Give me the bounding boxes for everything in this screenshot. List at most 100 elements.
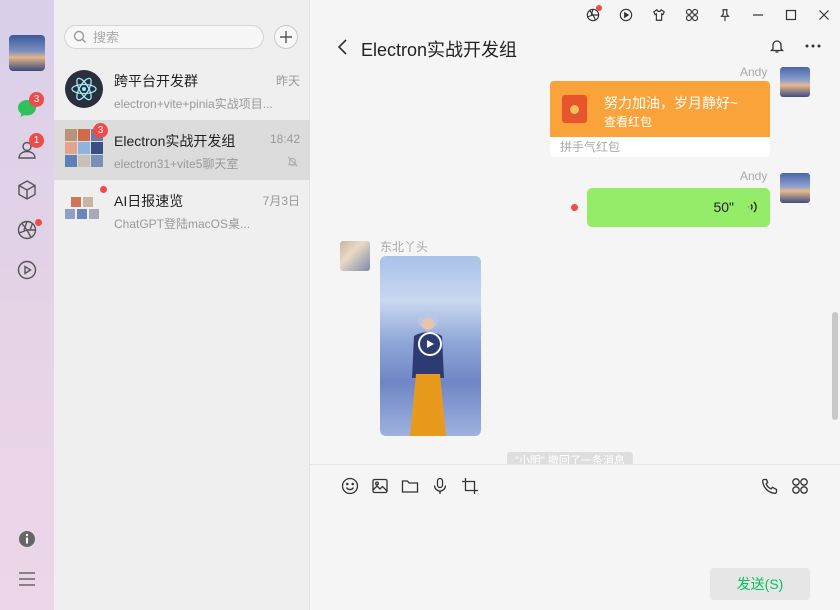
more-icon bbox=[805, 44, 821, 48]
voice-button[interactable] bbox=[429, 475, 451, 497]
image-button[interactable] bbox=[369, 475, 391, 497]
conversation-item[interactable]: AI日报速览 7月3日 ChatGPT登陆macOS桌... bbox=[54, 180, 310, 240]
chat-nav-button[interactable]: 3 bbox=[15, 92, 44, 121]
sender-avatar[interactable] bbox=[340, 241, 370, 271]
conversation-title: 跨平台开发群 bbox=[114, 73, 198, 89]
red-envelope-icon bbox=[562, 95, 587, 123]
conversation-preview: electron31+vite5聊天室 bbox=[114, 157, 239, 171]
conversation-time: 7月3日 bbox=[262, 194, 300, 208]
close-button[interactable] bbox=[807, 0, 840, 30]
message-list: Andy 努力加油，岁月静好~ 查看红包 拼手气红包 Andy 50" 东北丫头 bbox=[310, 64, 840, 464]
apps-window-button[interactable] bbox=[675, 0, 708, 30]
menu-icon bbox=[19, 572, 35, 586]
minimize-button[interactable] bbox=[741, 0, 774, 30]
emoji-button[interactable] bbox=[339, 475, 361, 497]
plus-icon bbox=[280, 31, 292, 43]
screenshot-button[interactable] bbox=[459, 475, 481, 497]
sender-avatar[interactable] bbox=[780, 173, 810, 203]
notification-button[interactable] bbox=[769, 38, 785, 57]
nav-rail: 3 1 bbox=[0, 0, 54, 610]
menu-button[interactable] bbox=[15, 567, 39, 591]
cube-icon bbox=[18, 180, 36, 200]
conversation-item-active[interactable]: 3 Electron实战开发组 18:42 electron31+vite5聊天… bbox=[54, 120, 310, 180]
video-play-button[interactable] bbox=[418, 332, 442, 356]
video-window-button[interactable] bbox=[609, 0, 642, 30]
input-toolbar bbox=[310, 464, 840, 508]
conversation-title: AI日报速览 bbox=[114, 193, 184, 209]
shirt-icon bbox=[652, 8, 665, 21]
chat-unread-badge: 3 bbox=[29, 92, 44, 107]
video-thumbnail bbox=[410, 311, 446, 436]
more-button[interactable] bbox=[804, 38, 822, 57]
chat-title: Electron实战开发组 bbox=[361, 40, 518, 60]
add-button[interactable] bbox=[274, 25, 298, 49]
conversation-list: 跨平台开发群 昨天 electron+vite+pinia实战项目... 3 E… bbox=[54, 0, 310, 610]
red-packet-type: 拼手气红包 bbox=[560, 140, 621, 154]
voice-unread-dot bbox=[571, 204, 578, 211]
electron-group-avatar bbox=[65, 70, 103, 108]
maximize-icon bbox=[785, 9, 796, 21]
mute-bell-icon bbox=[287, 155, 298, 170]
bell-icon bbox=[769, 40, 785, 53]
voice-message[interactable]: 50" bbox=[587, 188, 770, 227]
play-icon bbox=[619, 8, 632, 22]
system-notice: "小明" 撤回了一条消息 bbox=[507, 452, 633, 464]
call-button[interactable] bbox=[759, 475, 781, 497]
close-icon bbox=[818, 10, 829, 20]
group-avatar-grid bbox=[65, 194, 103, 232]
apps-button[interactable] bbox=[789, 475, 811, 497]
message-sender: Andy bbox=[740, 65, 768, 79]
conversation-preview: electron+vite+pinia实战项目... bbox=[114, 97, 273, 111]
skin-button[interactable] bbox=[642, 0, 675, 30]
user-avatar[interactable] bbox=[9, 35, 45, 71]
about-button[interactable] bbox=[15, 527, 39, 551]
conversation-time: 昨天 bbox=[275, 74, 300, 88]
chat-header: Electron实战开发组 bbox=[310, 30, 840, 64]
message-sender: 东北丫头 bbox=[380, 240, 429, 254]
conversation-unread-badge: 3 bbox=[93, 123, 108, 138]
red-packet-message[interactable]: 努力加油，岁月静好~ 查看红包 拼手气红包 bbox=[550, 81, 770, 157]
pin-icon bbox=[719, 9, 730, 22]
chat-panel: Electron实战开发组 Andy 努力加油，岁月静好~ 查看红包 拼手气红包… bbox=[310, 0, 840, 610]
conversation-time: 18:42 bbox=[269, 132, 300, 146]
moments-window-button[interactable] bbox=[576, 0, 609, 30]
emoji-icon bbox=[341, 477, 359, 495]
search-input[interactable] bbox=[93, 29, 243, 45]
send-button[interactable]: 发送(S) bbox=[710, 568, 810, 600]
info-icon bbox=[19, 531, 35, 547]
minimize-icon bbox=[752, 14, 763, 16]
image-icon bbox=[372, 478, 388, 494]
search-icon bbox=[73, 30, 86, 43]
back-button[interactable] bbox=[336, 38, 350, 59]
search-box[interactable] bbox=[64, 25, 264, 49]
contacts-nav-button[interactable]: 1 bbox=[15, 133, 44, 162]
sender-avatar[interactable] bbox=[780, 67, 810, 97]
red-packet-text: 努力加油，岁月静好~ bbox=[604, 95, 739, 111]
message-sender: Andy bbox=[740, 169, 768, 183]
pin-button[interactable] bbox=[708, 0, 741, 30]
play-icon bbox=[427, 340, 434, 348]
voice-duration: 50" bbox=[713, 199, 734, 215]
moments-window-dot bbox=[596, 5, 602, 11]
conversation-item[interactable]: 跨平台开发群 昨天 electron+vite+pinia实战项目... bbox=[54, 60, 310, 120]
contacts-unread-badge: 1 bbox=[29, 133, 44, 148]
mic-icon bbox=[433, 477, 447, 494]
conversation-preview: ChatGPT登陆macOS桌... bbox=[114, 217, 251, 231]
red-packet-action: 查看红包 bbox=[604, 115, 653, 129]
file-button[interactable] bbox=[399, 475, 421, 497]
video-nav-button[interactable] bbox=[15, 258, 39, 282]
crop-icon bbox=[462, 478, 478, 494]
video-message[interactable] bbox=[380, 256, 481, 436]
cube-nav-button[interactable] bbox=[15, 178, 39, 202]
moments-nav-button[interactable] bbox=[15, 218, 42, 242]
chevron-left-icon bbox=[337, 39, 347, 55]
maximize-button[interactable] bbox=[774, 0, 807, 30]
folder-icon bbox=[401, 480, 419, 493]
voice-wave-icon bbox=[746, 200, 758, 217]
apps-icon bbox=[792, 478, 808, 494]
message-scrollbar[interactable] bbox=[832, 312, 838, 420]
conversation-title: Electron实战开发组 bbox=[114, 133, 236, 149]
window-controls bbox=[576, 0, 840, 30]
message-input[interactable] bbox=[330, 512, 820, 562]
play-icon bbox=[17, 260, 37, 280]
